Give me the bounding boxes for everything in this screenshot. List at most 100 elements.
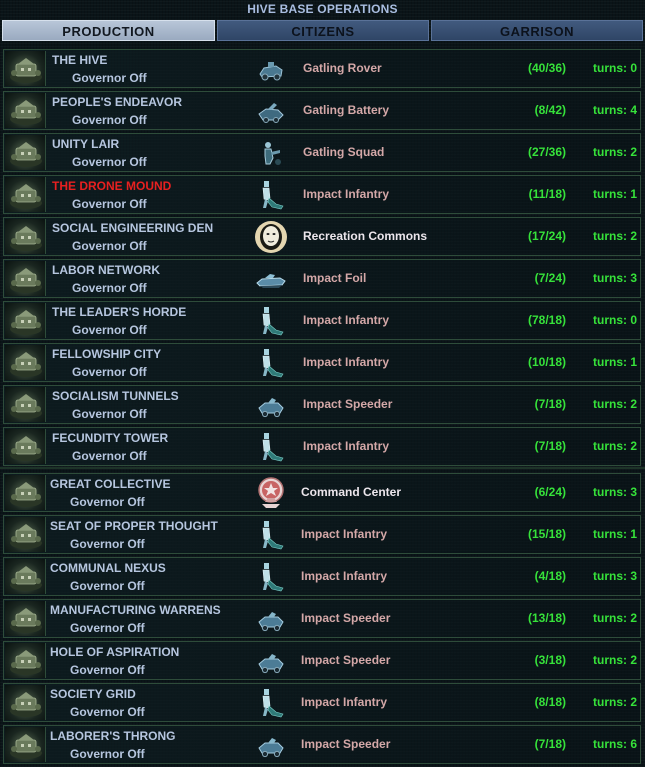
production-progress: (10/18) <box>527 355 566 369</box>
production-item[interactable]: Impact Foil <box>303 271 366 285</box>
governor-status[interactable]: Governor Off <box>70 747 145 761</box>
base-row[interactable]: LABOR NETWORK Governor Off Impact Foil (7/2… <box>3 259 641 298</box>
base-row[interactable]: HOLE OF ASPIRATION Governor Off Impact Spe… <box>3 641 641 680</box>
production-progress: (27/36) <box>527 145 566 159</box>
base-thumbnail <box>5 643 46 678</box>
turns-remaining: turns: 0 <box>593 61 638 75</box>
base-name[interactable]: SOCIALISM TUNNELS <box>52 389 179 403</box>
base-name[interactable]: LABORER'S THRONG <box>50 729 176 743</box>
base-name[interactable]: LABOR NETWORK <box>52 263 160 277</box>
turns-remaining: turns: 2 <box>593 653 638 667</box>
base-name[interactable]: PEOPLE'S ENDEAVOR <box>52 95 182 109</box>
gatling-squad-icon <box>254 136 288 170</box>
base-thumbnail <box>5 387 46 422</box>
base-name[interactable]: MANUFACTURING WARRENS <box>50 603 221 617</box>
governor-status[interactable]: Governor Off <box>70 621 145 635</box>
base-row[interactable]: MANUFACTURING WARRENS Governor Off Impact … <box>3 599 641 638</box>
production-item[interactable]: Impact Infantry <box>303 187 389 201</box>
base-row[interactable]: UNITY LAIR Governor Off Gatling Squad (27/3… <box>3 133 641 172</box>
production-item[interactable]: Impact Infantry <box>303 355 389 369</box>
base-thumbnail <box>5 601 46 636</box>
production-item[interactable]: Gatling Rover <box>303 61 382 75</box>
base-row[interactable]: THE LEADER'S HORDE Governor Off Impact Inf… <box>3 301 641 340</box>
production-item[interactable]: Impact Infantry <box>301 527 387 541</box>
base-thumbnail <box>5 727 46 762</box>
base-row[interactable]: THE DRONE MOUND Governor Off Impact Infant… <box>3 175 641 214</box>
base-row[interactable]: COMMUNAL NEXUS Governor Off Impact Infantr… <box>3 557 641 596</box>
base-row[interactable]: SEAT OF PROPER THOUGHT Governor Off Impact… <box>3 515 641 554</box>
governor-status[interactable]: Governor Off <box>72 407 147 421</box>
impact-speeder-icon <box>254 728 288 762</box>
turns-remaining: turns: 3 <box>593 485 638 499</box>
base-name[interactable]: THE HIVE <box>52 53 107 67</box>
production-item[interactable]: Impact Speeder <box>301 737 390 751</box>
gatling-rover-icon <box>254 52 288 86</box>
base-thumbnail <box>5 93 46 128</box>
base-row[interactable]: GREAT COLLECTIVE Governor Off Command Cent… <box>3 473 641 512</box>
governor-status[interactable]: Governor Off <box>72 323 147 337</box>
governor-status[interactable]: Governor Off <box>72 281 147 295</box>
tab-production[interactable]: PRODUCTION <box>2 20 215 41</box>
governor-status[interactable]: Governor Off <box>72 365 147 379</box>
base-thumbnail <box>5 345 46 380</box>
base-name[interactable]: GREAT COLLECTIVE <box>50 477 170 491</box>
base-row[interactable]: SOCIAL ENGINEERING DEN Governor Off Recrea… <box>3 217 641 256</box>
base-name[interactable]: THE LEADER'S HORDE <box>52 305 186 319</box>
base-name[interactable]: SOCIAL ENGINEERING DEN <box>52 221 213 235</box>
production-item[interactable]: Impact Speeder <box>303 397 392 411</box>
production-item[interactable]: Impact Infantry <box>303 439 389 453</box>
impact-infantry-icon <box>254 178 288 212</box>
governor-status[interactable]: Governor Off <box>70 537 145 551</box>
production-progress: (11/18) <box>528 187 566 201</box>
governor-status[interactable]: Governor Off <box>70 705 145 719</box>
base-row[interactable]: FELLOWSHIP CITY Governor Off Impact Infant… <box>3 343 641 382</box>
production-item[interactable]: Gatling Battery <box>303 103 389 117</box>
production-progress: (13/18) <box>527 611 566 625</box>
production-item[interactable]: Impact Infantry <box>301 569 387 583</box>
governor-status[interactable]: Governor Off <box>70 663 145 677</box>
production-progress: (40/36) <box>527 61 566 75</box>
production-item[interactable]: Command Center <box>301 485 401 499</box>
base-name[interactable]: COMMUNAL NEXUS <box>50 561 166 575</box>
production-item[interactable]: Impact Speeder <box>301 611 390 625</box>
base-name[interactable]: UNITY LAIR <box>52 137 119 151</box>
production-item[interactable]: Gatling Squad <box>303 145 384 159</box>
governor-status[interactable]: Governor Off <box>72 71 147 85</box>
tab-citizens[interactable]: CITIZENS <box>217 20 429 41</box>
base-thumbnail <box>5 135 46 170</box>
production-item[interactable]: Impact Speeder <box>301 653 390 667</box>
base-name[interactable]: THE DRONE MOUND <box>52 179 171 193</box>
base-thumbnail <box>5 475 46 510</box>
production-progress: (6/24) <box>534 485 566 499</box>
base-row[interactable]: SOCIALISM TUNNELS Governor Off Impact Spee… <box>3 385 641 424</box>
turns-remaining: turns: 1 <box>593 355 638 369</box>
governor-status[interactable]: Governor Off <box>72 113 147 127</box>
base-name[interactable]: SOCIETY GRID <box>50 687 136 701</box>
base-row[interactable]: LABORER'S THRONG Governor Off Impact Speed… <box>3 725 641 764</box>
base-thumbnail <box>5 219 46 254</box>
production-progress: (4/18) <box>534 569 566 583</box>
governor-status[interactable]: Governor Off <box>70 579 145 593</box>
base-row[interactable]: THE HIVE Governor Off Gatling Rover (40/36)… <box>3 49 641 88</box>
governor-status[interactable]: Governor Off <box>72 155 147 169</box>
production-item[interactable]: Recreation Commons <box>303 229 427 243</box>
governor-status[interactable]: Governor Off <box>72 239 147 253</box>
base-name[interactable]: FELLOWSHIP CITY <box>52 347 161 361</box>
production-progress: (17/24) <box>527 229 566 243</box>
production-item[interactable]: Impact Infantry <box>303 313 389 327</box>
base-thumbnail <box>5 261 46 296</box>
turns-remaining: turns: 2 <box>593 439 638 453</box>
base-name[interactable]: FECUNDITY TOWER <box>52 431 168 445</box>
production-item[interactable]: Impact Infantry <box>301 695 387 709</box>
base-row[interactable]: FECUNDITY TOWER Governor Off Impact Infant… <box>3 427 641 466</box>
group-divider <box>0 467 645 469</box>
governor-status[interactable]: Governor Off <box>72 197 147 211</box>
impact-infantry-icon <box>254 430 288 464</box>
governor-status[interactable]: Governor Off <box>72 449 147 463</box>
base-name[interactable]: SEAT OF PROPER THOUGHT <box>50 519 218 533</box>
tab-garrison[interactable]: GARRISON <box>431 20 643 41</box>
base-row[interactable]: PEOPLE'S ENDEAVOR Governor Off Gatling Bat… <box>3 91 641 130</box>
governor-status[interactable]: Governor Off <box>70 495 145 509</box>
base-name[interactable]: HOLE OF ASPIRATION <box>50 645 179 659</box>
base-row[interactable]: SOCIETY GRID Governor Off Impact Infantry (… <box>3 683 641 722</box>
